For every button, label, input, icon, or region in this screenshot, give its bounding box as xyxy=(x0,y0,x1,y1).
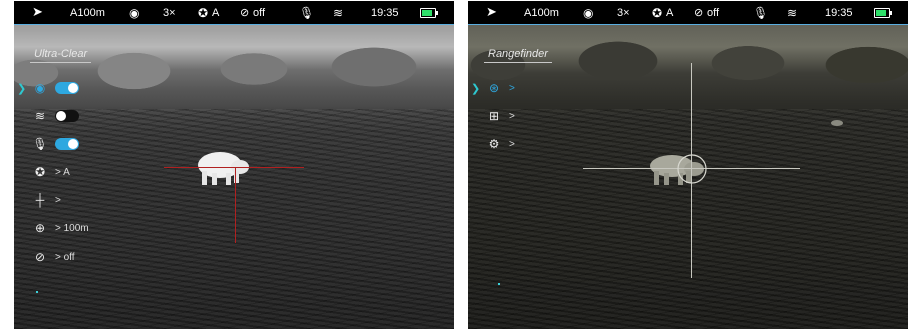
treeline xyxy=(14,33,454,93)
wifi-icon: ≋ xyxy=(333,6,344,20)
page-indicator-dot xyxy=(498,283,500,285)
add-value: > xyxy=(509,110,515,122)
shutter-icon: ✪ xyxy=(198,6,209,20)
battery-icon xyxy=(420,8,438,18)
shutter-value: > A xyxy=(55,166,70,178)
wifi-toggle[interactable] xyxy=(55,110,79,122)
menu-item-wifi[interactable]: ≋ xyxy=(32,108,79,124)
distant-animal xyxy=(831,120,843,126)
menu-selection-arrow: ❯ xyxy=(17,83,27,95)
menu-item-zeroing[interactable]: ⊕ > 100m xyxy=(32,220,89,236)
eye-icon: ◉ xyxy=(129,6,140,20)
wifi-icon: ≋ xyxy=(787,6,798,20)
treeline xyxy=(468,25,908,95)
status-bar: ➤ A100m ◉ 3× ✪ A ⊘ off 🎙 ≋ 19:35 xyxy=(468,1,908,25)
settings-gear-icon: ⚙ xyxy=(488,137,500,151)
menu-item-shutter[interactable]: ✪ > A xyxy=(32,164,70,180)
status-bar: ➤ A100m ◉ 3× ✪ A ⊘ off 🎙 ≋ 19:35 xyxy=(14,1,454,25)
microphone-icon: 🎙 xyxy=(32,137,48,151)
range-indicator: A100m xyxy=(524,7,559,19)
pip-icon: ⊘ xyxy=(240,7,250,19)
battery-icon xyxy=(874,8,892,18)
pip-status: off xyxy=(707,7,720,19)
settings-value: > xyxy=(509,138,515,150)
pip-value: > off xyxy=(55,251,75,263)
thermal-view-ultra-clear: ➤ A100m ◉ 3× ✪ A ⊘ off 🎙 ≋ 19:35 Ultra-C… xyxy=(14,1,454,329)
plowed-field xyxy=(468,109,908,329)
mode-label-underline xyxy=(484,62,552,63)
mode-label-underline xyxy=(30,62,92,63)
menu-item-settings[interactable]: ⚙ > xyxy=(486,136,515,152)
plowed-field xyxy=(14,109,454,329)
microphone-icon: 🎙 xyxy=(299,6,315,20)
mode-label: Rangefinder xyxy=(484,48,552,63)
display-toggle[interactable] xyxy=(55,82,79,94)
reticle-horizontal xyxy=(164,167,304,168)
rangefinder-circle xyxy=(677,154,707,184)
menu-item-reticle[interactable]: ┼ > xyxy=(32,192,61,208)
zoom-level: 3× xyxy=(163,7,176,19)
menu-item-add[interactable]: ⊞ > xyxy=(486,108,515,124)
menu-selection-arrow: ❯ xyxy=(471,83,481,95)
image-mode-text: Ultra-Clear xyxy=(34,48,88,60)
crosshair-target-icon: ⊕ xyxy=(34,221,46,235)
reticle-icon: ┼ xyxy=(35,193,45,207)
thermal-view-rangefinder: ➤ A100m ◉ 3× ✪ A ⊘ off 🎙 ≋ 19:35 Rangefi… xyxy=(468,1,908,329)
menu-item-microphone[interactable]: 🎙 xyxy=(32,136,79,152)
shutter-icon: ✪ xyxy=(652,6,663,20)
eye-icon: ◉ xyxy=(34,81,46,95)
status-bar-underline xyxy=(468,24,908,25)
clock: 19:35 xyxy=(371,7,399,19)
pip-off-icon: ⊘ xyxy=(34,250,46,264)
rangefinder-value: > xyxy=(509,82,515,94)
menu-item-display[interactable]: ◉ xyxy=(32,80,79,96)
shutter-icon: ✪ xyxy=(34,165,46,179)
brand-logo-icon: ➤ xyxy=(486,4,497,19)
reticle-vertical xyxy=(235,167,236,243)
mode-text: Rangefinder xyxy=(488,48,548,60)
pip-status: off xyxy=(253,7,266,19)
microphone-toggle[interactable] xyxy=(55,138,79,150)
range-indicator: A100m xyxy=(70,7,105,19)
pip-icon: ⊘ xyxy=(694,7,704,19)
clock: 19:35 xyxy=(825,7,853,19)
reticle-value: > xyxy=(55,194,61,206)
rangefinder-icon: ⊛ xyxy=(488,81,500,95)
status-bar-underline xyxy=(14,24,454,25)
microphone-icon: 🎙 xyxy=(753,6,769,20)
brand-logo-icon: ➤ xyxy=(32,4,43,19)
page-indicator-dot xyxy=(36,291,38,293)
shutter-mode: A xyxy=(666,7,674,19)
zeroing-value: > 100m xyxy=(55,222,89,234)
wifi-icon: ≋ xyxy=(34,109,46,123)
zoom-level: 3× xyxy=(617,7,630,19)
image-mode-label: Ultra-Clear xyxy=(30,48,92,63)
menu-item-rangefinder[interactable]: ⊛ > xyxy=(486,80,515,96)
menu-item-pip[interactable]: ⊘ > off xyxy=(32,249,75,265)
eye-icon: ◉ xyxy=(583,6,594,20)
add-box-icon: ⊞ xyxy=(488,109,500,123)
shutter-mode: A xyxy=(212,7,220,19)
